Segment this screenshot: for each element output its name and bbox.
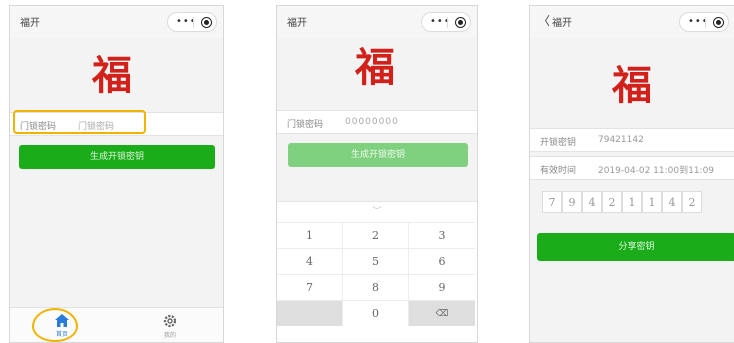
backspace-key[interactable]: ⌫: [409, 300, 475, 326]
valid-time-label: 有效时间: [540, 166, 577, 176]
chevron-down-icon[interactable]: ︶: [277, 202, 477, 222]
screen-home: 福开 ••• 福 门锁密码 门锁密码 生成开锁密钥 首页 我的: [9, 5, 224, 343]
number-keypad: ︶ 1 2 3 4 5 6 7 8 9 0 ⌫: [277, 201, 477, 342]
key-0[interactable]: 0: [343, 300, 409, 326]
lock-password-input[interactable]: 00000000: [345, 117, 399, 127]
key-1[interactable]: 1: [277, 222, 343, 248]
key-digit: 4: [662, 191, 682, 213]
menu-capsule[interactable]: •••: [167, 12, 217, 32]
key-3[interactable]: 3: [409, 222, 475, 248]
key-2[interactable]: 2: [343, 222, 409, 248]
tab-highlight: [32, 308, 78, 342]
key-9[interactable]: 9: [409, 274, 475, 300]
capsule-divider: [447, 17, 448, 28]
key-digit: 2: [602, 191, 622, 213]
key-digit: 7: [542, 191, 562, 213]
back-icon[interactable]: 〈: [538, 12, 550, 29]
nav-title: 福开: [552, 18, 572, 29]
nav-bar: 福开 •••: [10, 6, 223, 38]
tab-mine-label: 我的: [163, 332, 176, 339]
unlock-key-value: 79421142: [598, 135, 644, 145]
generate-key-button[interactable]: 生成开锁密钥: [288, 143, 468, 167]
key-4[interactable]: 4: [277, 248, 343, 274]
fu-logo: 福: [612, 62, 652, 109]
input-highlight: [13, 110, 146, 134]
share-key-button[interactable]: 分享密钥: [537, 233, 734, 261]
key-7[interactable]: 7: [277, 274, 343, 300]
close-target-icon[interactable]: [713, 17, 724, 28]
settings-icon: [163, 314, 177, 328]
menu-capsule[interactable]: •••: [421, 12, 471, 32]
screen-keypad: 福开 ••• 福 门锁密码 00000000 生成开锁密钥 ︶ 1 2 3 4 …: [276, 5, 478, 343]
key-digit: 4: [582, 191, 602, 213]
key-blank: [277, 300, 343, 326]
key-digit: 1: [622, 191, 642, 213]
fu-logo: 福: [355, 44, 395, 91]
menu-capsule[interactable]: •••: [679, 12, 729, 32]
close-target-icon[interactable]: [455, 17, 466, 28]
capsule-divider: [193, 17, 194, 28]
fu-logo: 福: [92, 52, 132, 99]
key-digit: 1: [642, 191, 662, 213]
key-6[interactable]: 6: [409, 248, 475, 274]
capsule-divider: [705, 17, 706, 28]
key-digit: 9: [562, 191, 582, 213]
lock-password-row[interactable]: 门锁密码 00000000: [277, 110, 477, 134]
close-target-icon[interactable]: [201, 17, 212, 28]
lock-password-label: 门锁密码: [287, 120, 324, 130]
valid-time-value: 2019-04-02 11:00到11:09: [598, 166, 715, 176]
valid-time-row: 有效时间 2019-04-02 11:00到11:09: [530, 156, 734, 180]
key-8[interactable]: 8: [343, 274, 409, 300]
key-5[interactable]: 5: [343, 248, 409, 274]
generate-key-button[interactable]: 生成开锁密钥: [19, 145, 215, 169]
nav-bar: 福开 •••: [277, 6, 477, 38]
unlock-key-row: 开锁密钥 79421142: [530, 128, 734, 152]
unlock-key-label: 开锁密钥: [540, 138, 577, 148]
nav-title: 福开: [287, 18, 307, 29]
screen-result: 〈 福开 ••• 福 开锁密钥 79421142 有效时间 2019-04-02…: [529, 5, 734, 343]
tab-mine[interactable]: 我的: [140, 308, 200, 342]
nav-title: 福开: [20, 18, 40, 29]
key-digit: 2: [682, 191, 702, 213]
nav-bar: 〈 福开 •••: [530, 6, 734, 38]
